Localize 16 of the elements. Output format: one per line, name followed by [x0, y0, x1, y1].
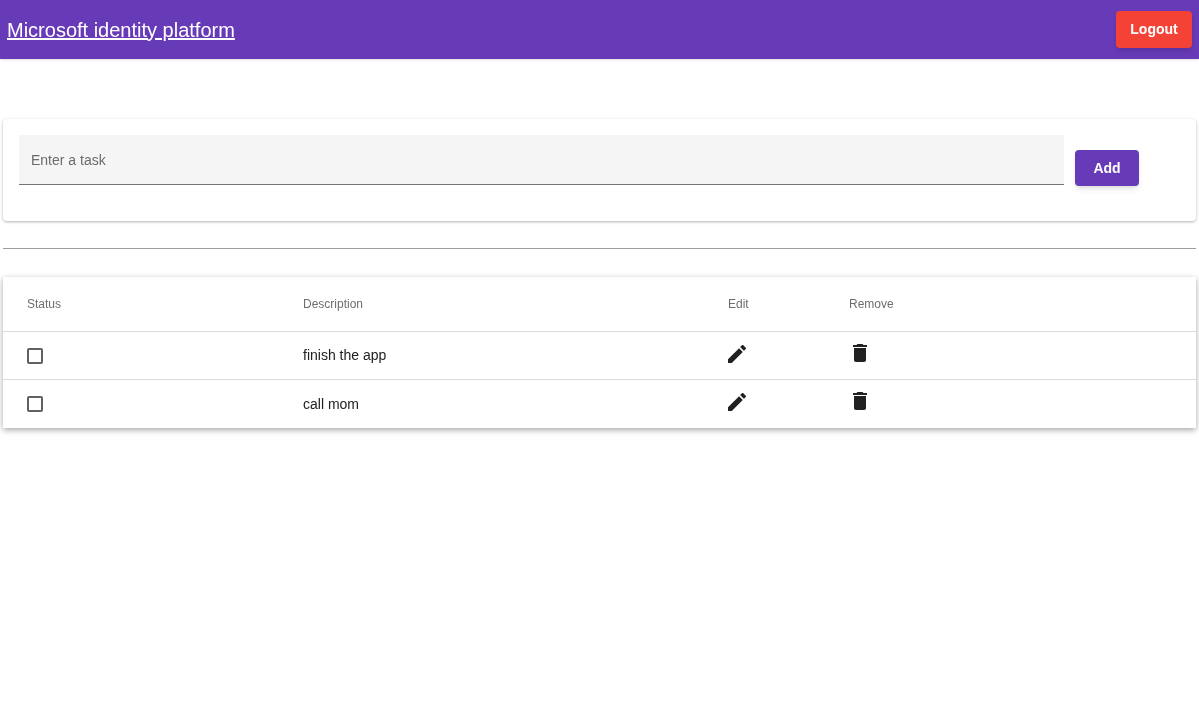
task-description: finish the app: [303, 346, 387, 365]
trash-icon[interactable]: [853, 343, 867, 362]
add-button[interactable]: Add: [1075, 150, 1139, 186]
column-header: Remove: [849, 296, 894, 313]
task-description: call mom: [303, 394, 359, 414]
app-title-link[interactable]: Microsoft identity platform: [7, 14, 235, 45]
logout-button[interactable]: Logout: [1116, 11, 1192, 48]
pencil-icon[interactable]: [728, 344, 746, 363]
status-checkbox[interactable]: [27, 347, 43, 364]
status-checkbox[interactable]: [27, 396, 43, 412]
column-header: Status: [27, 296, 62, 313]
pencil-icon[interactable]: [728, 393, 746, 411]
trash-icon[interactable]: [853, 392, 867, 410]
task-input-field[interactable]: Enter a task: [19, 135, 1064, 185]
column-header: Edit: [728, 296, 749, 313]
column-header: Description: [303, 296, 364, 313]
